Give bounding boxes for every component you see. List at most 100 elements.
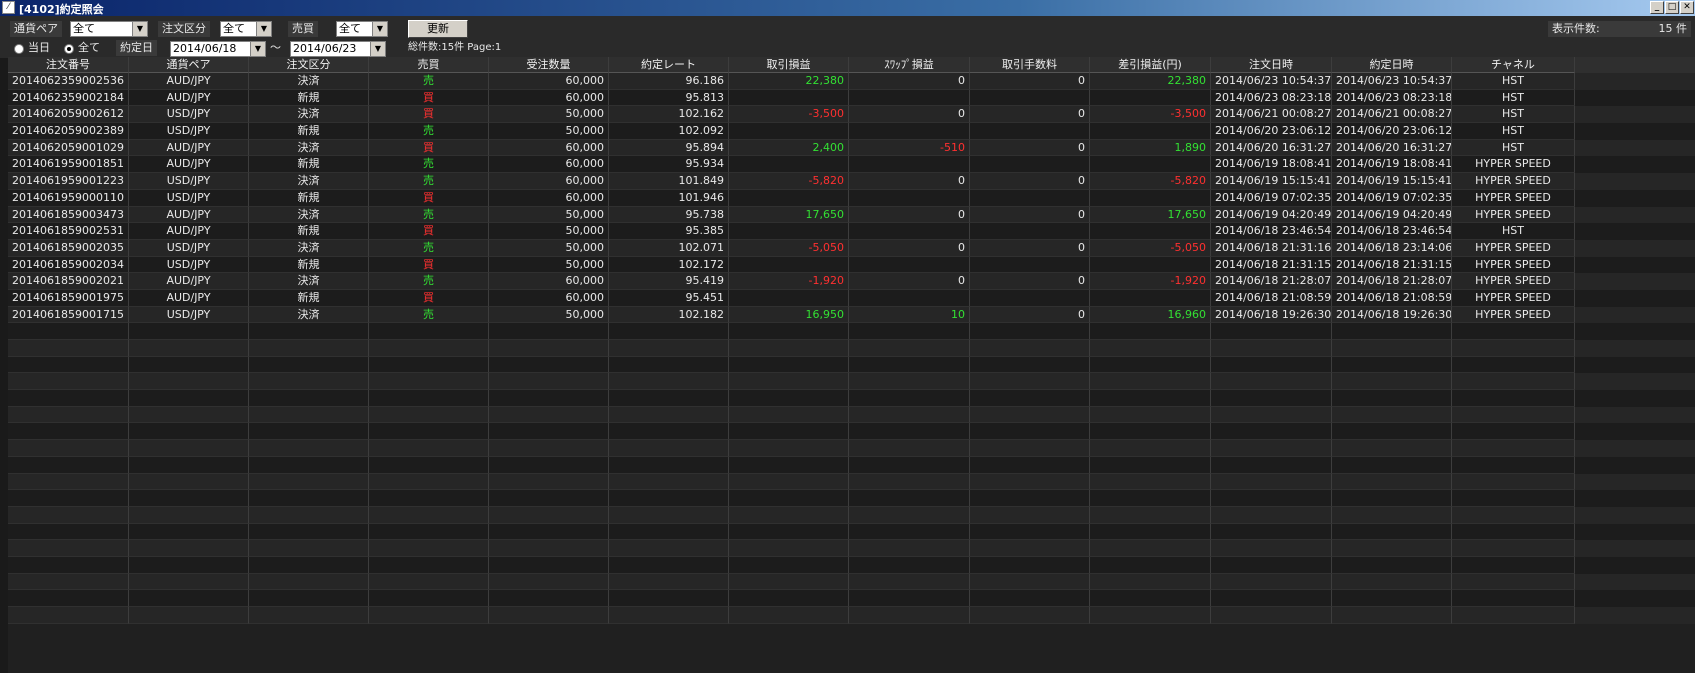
chevron-down-icon[interactable]: ▼	[132, 22, 147, 36]
cell-commission	[970, 506, 1090, 524]
cell-net-pl	[1090, 423, 1211, 441]
cell-currency-pair	[129, 590, 249, 607]
app-icon[interactable]: ⁄	[2, 1, 15, 14]
order-type-select[interactable]: 全て ▼	[220, 21, 272, 37]
column-header-net-pl[interactable]: 差引損益(円)	[1090, 57, 1211, 73]
radio-all[interactable]	[64, 44, 74, 54]
cell-net-pl	[1090, 523, 1211, 541]
cell-trade-pl	[729, 540, 849, 557]
column-header-order-type[interactable]: 注文区分	[249, 57, 369, 73]
cell-side: 売	[369, 273, 489, 290]
column-header-quantity[interactable]: 受注数量	[489, 57, 609, 73]
side-select[interactable]: 全て ▼	[336, 21, 388, 37]
cell-order-id	[8, 373, 129, 391]
cell-commission	[970, 123, 1090, 140]
table-row[interactable]: 2014061859003473 AUD/JPY 決済売 50,000 95.738 17…	[8, 206, 1695, 224]
date-to-input[interactable]: 2014/06/23 ▼	[290, 41, 386, 57]
chevron-down-icon[interactable]: ▼	[250, 42, 265, 56]
chevron-down-icon[interactable]: ▼	[256, 22, 271, 36]
cell-order-time	[1211, 490, 1332, 507]
table-row[interactable]: 2014061859001975 AUD/JPY 新規買 60,000 95.451 20…	[8, 289, 1695, 307]
table-row[interactable]: 2014062059002612 USD/JPY 決済買 50,000 102.162-…	[8, 106, 1695, 124]
date-from-input[interactable]: 2014/06/18 ▼	[170, 41, 266, 57]
minimize-icon[interactable]: _	[1650, 1, 1664, 14]
cell-channel	[1452, 473, 1575, 491]
column-header-commission[interactable]: 取引手数料	[970, 57, 1090, 73]
table-row[interactable]: 2014061959001223 USD/JPY 決済売 60,000 101.849-…	[8, 173, 1695, 190]
cell-order-time	[1211, 556, 1332, 574]
cell-order-time	[1211, 573, 1332, 591]
radio-today-label: 当日	[28, 41, 50, 54]
cell-trade-pl: 17,650	[729, 206, 849, 224]
cell-trade-pl	[729, 523, 849, 541]
cell-trade-pl	[729, 323, 849, 340]
cell-swap-pl	[849, 423, 970, 441]
column-header-order-time[interactable]: 注文日時	[1211, 57, 1332, 73]
cell-swap-pl	[849, 456, 970, 474]
cell-order-type	[249, 473, 369, 491]
cell-channel	[1452, 440, 1575, 457]
cell-swap-pl	[849, 573, 970, 591]
column-header-side[interactable]: 売買	[369, 57, 489, 73]
cell-swap-pl	[849, 506, 970, 524]
maximize-icon[interactable]: □	[1665, 1, 1679, 14]
cell-trade-pl: -1,920	[729, 273, 849, 290]
cell-commission	[970, 289, 1090, 307]
cell-order-time: 2014/06/18 21:08:59	[1211, 289, 1332, 307]
radio-today[interactable]	[14, 44, 24, 54]
cell-commission	[970, 223, 1090, 240]
currency-pair-select[interactable]: 全て ▼	[70, 21, 148, 37]
cell-order-type	[249, 423, 369, 441]
cell-order-type	[249, 390, 369, 407]
cell-rate	[609, 473, 729, 491]
table-row[interactable]: 2014061859002531 AUD/JPY 新規買 50,000 95.385 20…	[8, 223, 1695, 240]
empty-row	[8, 440, 1695, 457]
table-row[interactable]: 2014061959000110 USD/JPY 新規買 60,000 101.946 2…	[8, 189, 1695, 207]
cell-rate: 95.451	[609, 289, 729, 307]
cell-currency-pair	[129, 440, 249, 457]
cell-quantity: 50,000	[489, 223, 609, 240]
column-header-order-id[interactable]: 注文番号	[8, 57, 129, 73]
cell-channel	[1452, 540, 1575, 557]
chevron-down-icon[interactable]: ▼	[372, 22, 387, 36]
cell-order-id	[8, 390, 129, 407]
table-row[interactable]: 2014061859002035 USD/JPY 決済売 50,000 102.071-…	[8, 239, 1695, 257]
column-header-exec-time[interactable]: 約定日時	[1332, 57, 1452, 73]
cell-swap-pl	[849, 289, 970, 307]
table-row[interactable]: 2014062059002389 USD/JPY 新規売 50,000 102.092 2…	[8, 123, 1695, 140]
cell-rate	[609, 523, 729, 541]
column-header-channel[interactable]: チャネル	[1452, 57, 1575, 73]
table-row[interactable]: 2014061959001851 AUD/JPY 新規売 60,000 95.934 20…	[8, 156, 1695, 174]
cell-order-time: 2014/06/18 23:46:54	[1211, 223, 1332, 240]
cell-order-id	[8, 506, 129, 524]
cell-channel	[1452, 590, 1575, 607]
cell-order-type	[249, 540, 369, 557]
table-row[interactable]: 2014061859002021 AUD/JPY 決済売 60,000 95.419 -1…	[8, 273, 1695, 290]
close-icon[interactable]: ✕	[1680, 1, 1694, 14]
cell-exec-time: 2014/06/18 23:46:54	[1332, 223, 1452, 240]
table-row[interactable]: 2014062359002536 AUD/JPY 決済売 60,000 96.186 22…	[8, 73, 1695, 90]
cell-quantity: 60,000	[489, 73, 609, 90]
cell-order-type	[249, 323, 369, 340]
cell-order-time	[1211, 590, 1332, 607]
column-header-currency-pair[interactable]: 通貨ペア	[129, 57, 249, 73]
table-row[interactable]: 2014062359002184 AUD/JPY 新規買 60,000 95.813 20…	[8, 89, 1695, 107]
table-row[interactable]: 2014061859001715 USD/JPY 決済売 50,000 102.182 1…	[8, 306, 1695, 324]
table-row[interactable]: 2014061859002034 USD/JPY 新規買 50,000 102.172 2…	[8, 256, 1695, 274]
cell-side	[369, 356, 489, 374]
cell-order-time	[1211, 323, 1332, 340]
table-row[interactable]: 2014062059001029 AUD/JPY 決済買 60,000 95.894 2,…	[8, 139, 1695, 157]
column-header-trade-pl[interactable]: 取引損益	[729, 57, 849, 73]
column-header-rate[interactable]: 約定レート	[609, 57, 729, 73]
chevron-down-icon[interactable]: ▼	[370, 42, 385, 56]
column-header-swap-pl[interactable]: ｽﾜｯﾌﾟ損益	[849, 57, 970, 73]
cell-net-pl	[1090, 323, 1211, 340]
summary-text: 総件数:15件 Page:1	[408, 42, 502, 53]
cell-currency-pair: AUD/JPY	[129, 206, 249, 224]
cell-rate	[609, 573, 729, 591]
cell-net-pl: -5,050	[1090, 239, 1211, 257]
cell-quantity: 60,000	[489, 173, 609, 190]
cell-commission	[970, 607, 1090, 624]
refresh-button[interactable]: 更新	[408, 20, 468, 38]
cell-trade-pl	[729, 340, 849, 357]
